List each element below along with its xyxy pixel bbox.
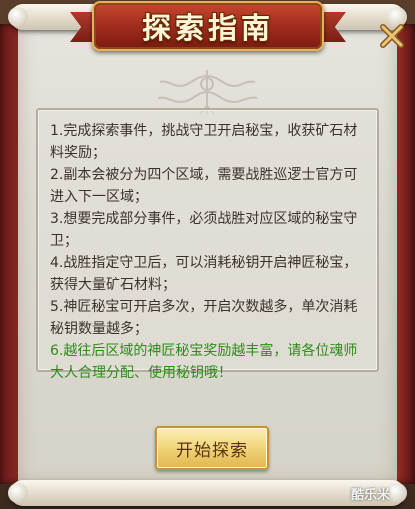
guide-item-3: 3.想要完成部分事件，必须战胜对应区域的秘宝守卫；: [50, 211, 358, 249]
dialog-title: 探索指南: [141, 11, 274, 45]
title-banner: 探索指南: [70, 0, 346, 52]
guide-item-1: 1.完成探索事件，挑战守卫开启秘宝，收获矿石材料奖励；: [50, 123, 358, 161]
guide-item-5: 5.神匠秘宝可开启多次，开启次数越多，单次消耗秘钥数量越多；: [50, 299, 358, 337]
watermark-logo: 酷乐米: [351, 488, 391, 503]
close-x-icon: [380, 24, 404, 48]
title-plate: 探索指南: [92, 1, 324, 51]
guide-text-box: 1.完成探索事件，挑战守卫开启秘宝，收获矿石材料奖励； 2.副本会被分为四个区域…: [36, 108, 379, 381]
guide-item-6-highlight: 6.越往后区域的神匠秘宝奖励越丰富，请各位魂师大人合理分配、使用秘钥哦！: [50, 343, 358, 381]
game-scene-background: 探索指南 1.完成探索事件，挑战守卫开启秘宝，收获矿石材料奖励； 2.副本会被分…: [0, 0, 415, 509]
guide-item-4: 4.战胜指定守卫后，可以消耗秘钥开启神匠秘宝，获得大量矿石材料；: [50, 255, 358, 293]
start-explore-label: 开始探索: [176, 440, 248, 461]
scroll-bottom-rod: [8, 480, 407, 506]
start-explore-button[interactable]: 开始探索: [155, 426, 269, 470]
close-button[interactable]: [378, 22, 406, 50]
guide-item-2: 2.副本会被分为四个区域，需要战胜巡逻士官方可进入下一区域；: [50, 167, 358, 205]
